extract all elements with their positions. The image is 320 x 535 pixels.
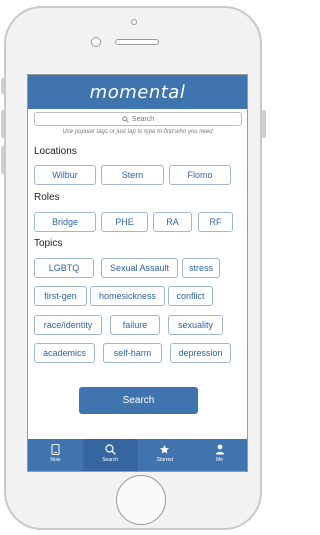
home-button (116, 475, 166, 525)
search-icon (105, 444, 116, 455)
tag-location-stern[interactable]: Stern (101, 165, 164, 185)
tag-topic-depression[interactable]: depression (170, 343, 231, 363)
front-camera (91, 37, 101, 47)
tag-location-flomo[interactable]: Flomo (169, 165, 231, 185)
topics-heading: Topics (34, 238, 63, 249)
tab-bar: Now Search Starred Me (28, 439, 247, 471)
search-input[interactable]: Search (34, 112, 242, 126)
roles-heading: Roles (34, 192, 60, 203)
tab-starred-label: Starred (156, 457, 174, 463)
search-button[interactable]: Search (79, 387, 198, 414)
tag-topic-failure[interactable]: failure (110, 315, 160, 335)
star-icon (160, 444, 170, 454)
person-icon (215, 444, 224, 455)
tag-role-bridge[interactable]: Bridge (34, 212, 96, 232)
top-sensor (131, 19, 137, 25)
tag-topic-self-harm[interactable]: self-harm (103, 343, 162, 363)
locations-heading: Locations (34, 146, 77, 157)
tag-topic-homesickness[interactable]: homesickness (90, 286, 165, 306)
tag-topic-sexuality[interactable]: sexuality (168, 315, 223, 335)
tab-now[interactable]: Now (28, 439, 83, 471)
tag-topic-conflict[interactable]: conflict (168, 286, 213, 306)
tag-topic-stress[interactable]: stress (182, 258, 220, 278)
tab-me-label: Me (216, 457, 224, 463)
app-header: momental (28, 75, 247, 109)
tab-search[interactable]: Search (82, 439, 138, 471)
tag-topic-race-identity[interactable]: race/identity (34, 315, 102, 335)
power-button (262, 110, 266, 138)
tab-now-label: Now (50, 457, 61, 463)
tab-search-label: Search (102, 457, 119, 463)
earpiece-speaker (115, 39, 159, 45)
tag-role-phe[interactable]: PHE (101, 212, 148, 232)
tag-role-rf[interactable]: RF (198, 212, 233, 232)
tab-starred[interactable]: Starred (138, 439, 193, 471)
tag-topic-first-gen[interactable]: first-gen (34, 286, 87, 306)
search-hint: Use popular tags or just tap to type to … (62, 129, 213, 135)
app-screen: momental Search Use popular tags or just… (27, 74, 248, 472)
search-placeholder: Search (131, 115, 155, 123)
tag-topic-lgbtq[interactable]: LGBTQ (34, 258, 94, 278)
app-title: momental (89, 82, 186, 103)
tag-topic-academics[interactable]: academics (34, 343, 95, 363)
tag-role-ra[interactable]: RA (153, 212, 192, 232)
tag-location-wilbur[interactable]: Wilbur (34, 165, 96, 185)
tab-me[interactable]: Me (192, 439, 247, 471)
search-icon (122, 115, 129, 123)
phone-icon (51, 444, 60, 455)
tag-topic-sexual-assault[interactable]: Sexual Assault (101, 258, 178, 278)
